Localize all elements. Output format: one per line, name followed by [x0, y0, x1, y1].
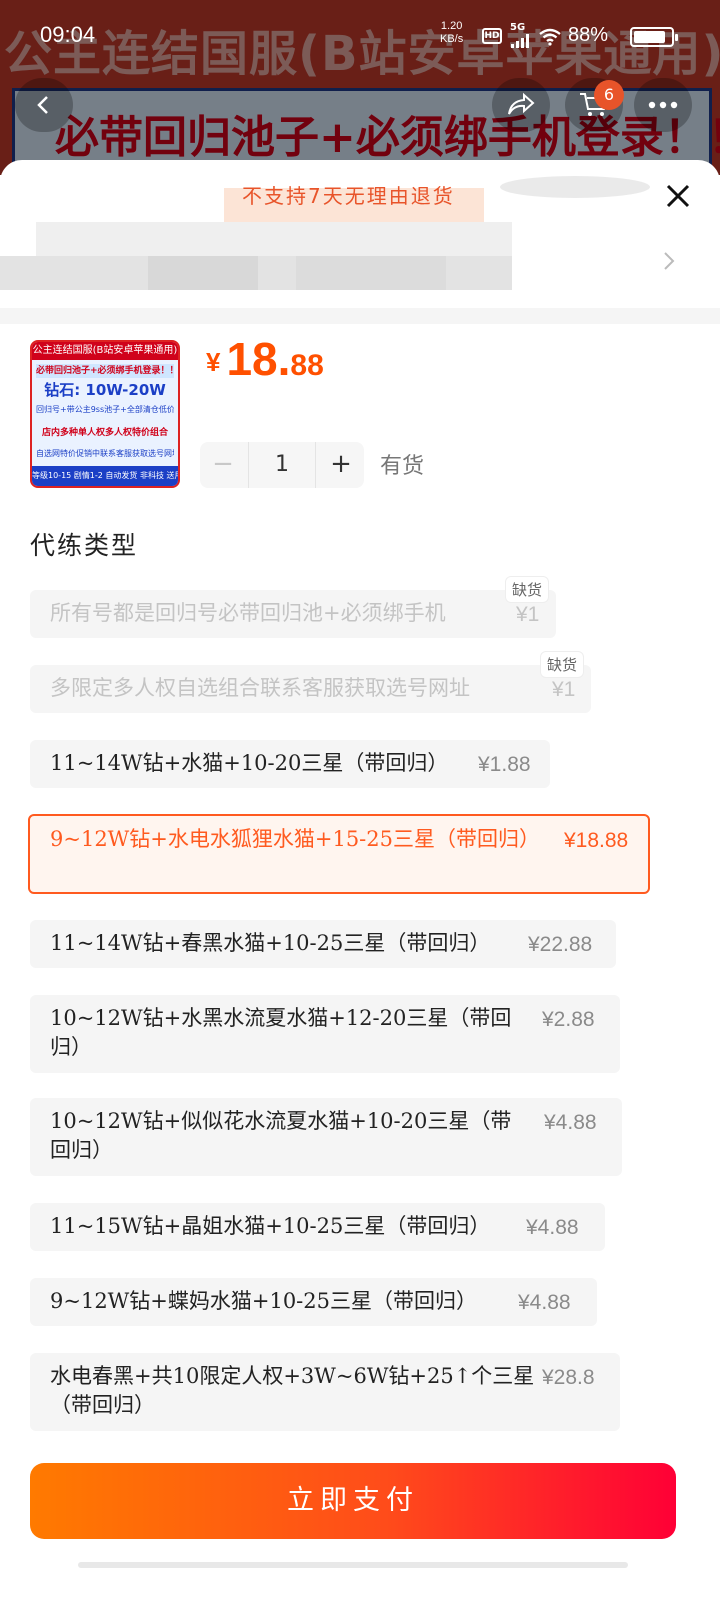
back-button[interactable] [15, 78, 73, 132]
option-item[interactable]: 10~12W钻+似似花水流夏水猫+10-20三星（带回归） ¥4.88 [30, 1098, 622, 1176]
option-item[interactable]: 11~14W钻+春黑水猫+10-25三星（带回归） ¥22.88 [30, 920, 616, 968]
stock-status: 有货 [380, 454, 425, 479]
thumb-line: 必带回归池子+必须绑手机登录！！！ [36, 364, 174, 378]
return-policy-text: 不支持7天无理由退货 [242, 184, 455, 208]
option-item-selected[interactable]: 9~12W钻+水电水狐狸水猫+15-25三星（带回归） ¥18.88 [28, 814, 650, 894]
option-price: ¥22.88 [528, 933, 593, 956]
network-type: 5G [510, 22, 526, 33]
option-label: 9~12W钻+蝶妈水猫+10-25三星（带回归） [50, 1289, 477, 1313]
option-price: ¥1 [516, 603, 540, 626]
home-indicator [78, 1562, 628, 1568]
more-button[interactable] [634, 78, 692, 132]
out-of-stock-tag: 缺货 [540, 651, 585, 678]
thumb-line: 钻石: 10W-20W [44, 381, 166, 399]
option-label: 11~15W钻+晶姐水猫+10-25三星（带回归） [50, 1214, 491, 1238]
out-of-stock-tag: 缺货 [505, 576, 550, 603]
option-item[interactable]: 11~15W钻+晶姐水猫+10-25三星（带回归） ¥4.88 [30, 1203, 605, 1251]
more-icon [648, 101, 678, 109]
option-label: 水电春黑+共10限定人权+3W~6W钻+25↑个三星（带回归） [50, 1364, 535, 1417]
option-item[interactable]: 9~12W钻+蝶妈水猫+10-25三星（带回归） ¥4.88 [30, 1278, 597, 1326]
thumb-line: 店内多种单人权多人权特价组合 [41, 428, 168, 438]
option-label: 多限定多人权自选组合联系客服获取选号网址 [50, 676, 470, 700]
option-item[interactable]: 水电春黑+共10限定人权+3W~6W钻+25↑个三星（带回归） ¥28.8 [30, 1353, 620, 1431]
option-item[interactable]: 11~14W钻+水猫+10-20三星（带回归） ¥1.88 [30, 740, 550, 788]
thumb-line: 回归号+带公主9ss池子+全部清仓低价处理 [36, 405, 174, 414]
close-icon[interactable] [658, 176, 698, 216]
chevron-right-icon [664, 252, 675, 270]
sku-selection-sheet: 不支持7天无理由退货 公主连结国服(B站安卓苹果通用) 必带回归池子+必须绑手机… [0, 160, 720, 1600]
share-icon [508, 92, 535, 115]
option-item[interactable]: 10~12W钻+水黑水流夏水猫+12-20三星（带回归） ¥2.88 [30, 995, 620, 1073]
address-row-blurred[interactable] [0, 216, 720, 312]
selected-price: ¥18.88 [206, 332, 324, 386]
status-time: 09:04 [40, 22, 96, 47]
status-bar: 09:04 1.20 KB/s HD 5G 88% [0, 0, 720, 72]
cart-count-badge: 6 [594, 80, 624, 110]
option-label: 9~12W钻+水电水狐狸水猫+15-25三星（带回归） [50, 827, 540, 851]
blur-block [36, 222, 512, 256]
section-separator [0, 308, 720, 324]
share-button[interactable] [492, 78, 550, 132]
option-price: ¥4.88 [544, 1111, 597, 1134]
option-price: ¥2.88 [542, 1008, 595, 1031]
thumb-line: 自选网特价促销中联系客服获取选号网址 [36, 449, 174, 458]
quantity-stepper: − 1 + [200, 442, 364, 488]
option-label: 所有号都是回归号必带回归池+必须绑手机 [50, 601, 446, 625]
status-net-speed: 1.20 KB/s [440, 20, 463, 46]
notice-blur [500, 176, 650, 198]
decrease-button[interactable]: − [200, 442, 246, 488]
hd-icon: HD [482, 28, 502, 44]
thumb-header: 公主连结国服(B站安卓苹果通用) [32, 342, 178, 360]
net-speed-unit: KB/s [440, 33, 464, 45]
product-thumbnail[interactable]: 公主连结国服(B站安卓苹果通用) 必带回归池子+必须绑手机登录！！！ 钻石: 1… [30, 340, 180, 488]
option-item[interactable]: 多限定多人权自选组合联系客服获取选号网址 ¥1 [30, 665, 591, 713]
battery-icon [630, 27, 678, 47]
option-item[interactable]: 所有号都是回归号必带回归池+必须绑手机 ¥1 [30, 590, 556, 638]
increase-button[interactable]: + [318, 442, 364, 488]
option-label: 11~14W钻+春黑水猫+10-25三星（带回归） [50, 931, 491, 955]
option-label: 11~14W钻+水猫+10-20三星（带回归） [50, 751, 449, 775]
currency-symbol: ¥ [206, 347, 221, 377]
thumb-footer: 等级10-15 剧情1-2 自动发货 非科技 送用易帮用 可绑手机 安全 [32, 466, 178, 486]
blur-block [296, 256, 446, 290]
option-price: ¥1.88 [478, 753, 531, 776]
option-label: 10~12W钻+水黑水流夏水猫+12-20三星（带回归） [50, 1006, 512, 1059]
blur-block [148, 256, 258, 290]
option-price: ¥1 [552, 678, 576, 701]
battery-percent: 88% [568, 24, 609, 46]
net-speed-value: 1.20 [440, 20, 463, 32]
pay-now-button[interactable]: 立即支付 [30, 1463, 676, 1539]
quantity-input[interactable]: 1 [248, 442, 316, 488]
option-price: ¥18.88 [564, 829, 629, 852]
battery-fill [634, 31, 666, 43]
option-price: ¥4.88 [526, 1216, 579, 1239]
signal-icon [511, 34, 529, 48]
back-icon [37, 96, 48, 114]
price-decimal: 88 [290, 349, 324, 382]
section-title: 代练类型 [30, 531, 139, 560]
price-integer: 18. [226, 333, 291, 385]
option-label: 10~12W钻+似似花水流夏水猫+10-20三星（带回归） [50, 1109, 512, 1162]
wifi-icon [539, 28, 561, 46]
option-price: ¥28.8 [542, 1366, 595, 1389]
option-price: ¥4.88 [518, 1291, 571, 1314]
